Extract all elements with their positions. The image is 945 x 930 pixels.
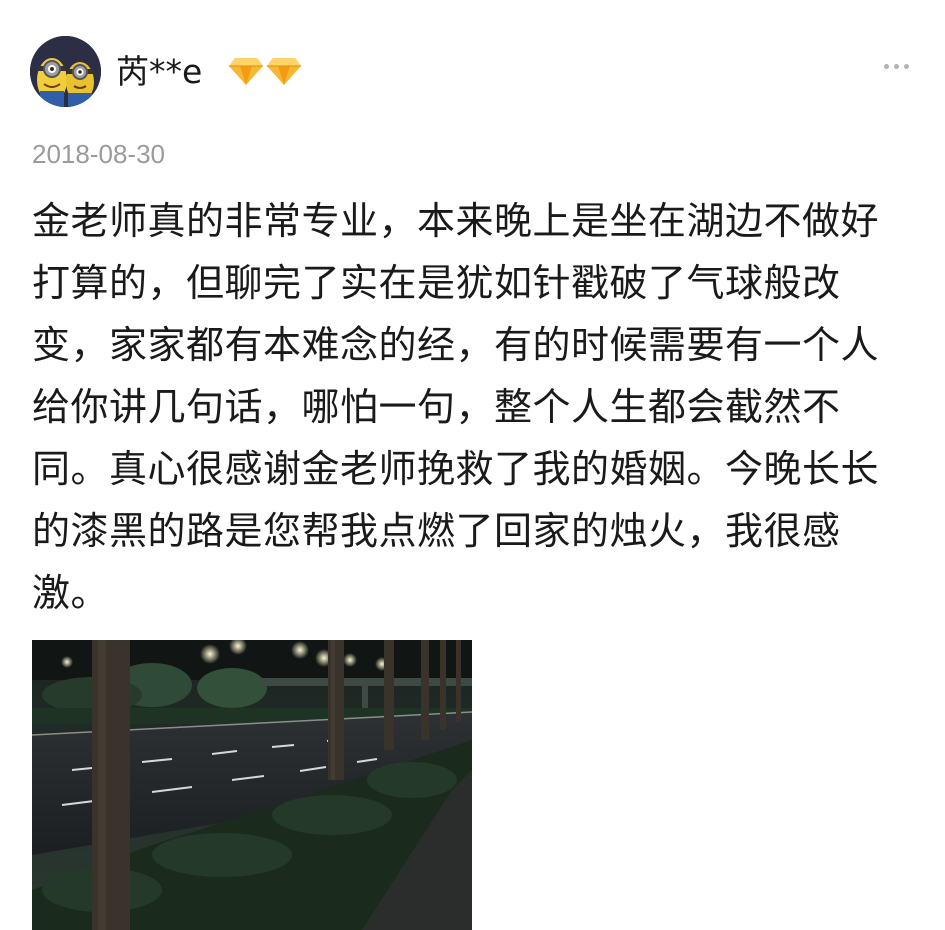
avatar[interactable] xyxy=(30,36,101,107)
more-dots-icon[interactable] xyxy=(884,64,909,69)
username[interactable]: 芮**e xyxy=(116,50,202,94)
dot xyxy=(904,64,909,69)
night-street-photo xyxy=(32,640,472,930)
post-photo[interactable] xyxy=(32,640,472,930)
diamond-icon xyxy=(228,56,264,86)
dot xyxy=(894,64,899,69)
minion-avatar-icon xyxy=(30,36,101,107)
post-date: 2018-08-30 xyxy=(32,139,165,169)
dot xyxy=(884,64,889,69)
member-badges xyxy=(228,56,302,86)
diamond-icon xyxy=(266,56,302,86)
post-text: 金老师真的非常专业，本来晚上是坐在湖边不做好打算的，但聊完了实在是犹如针戳破了气… xyxy=(32,199,880,615)
